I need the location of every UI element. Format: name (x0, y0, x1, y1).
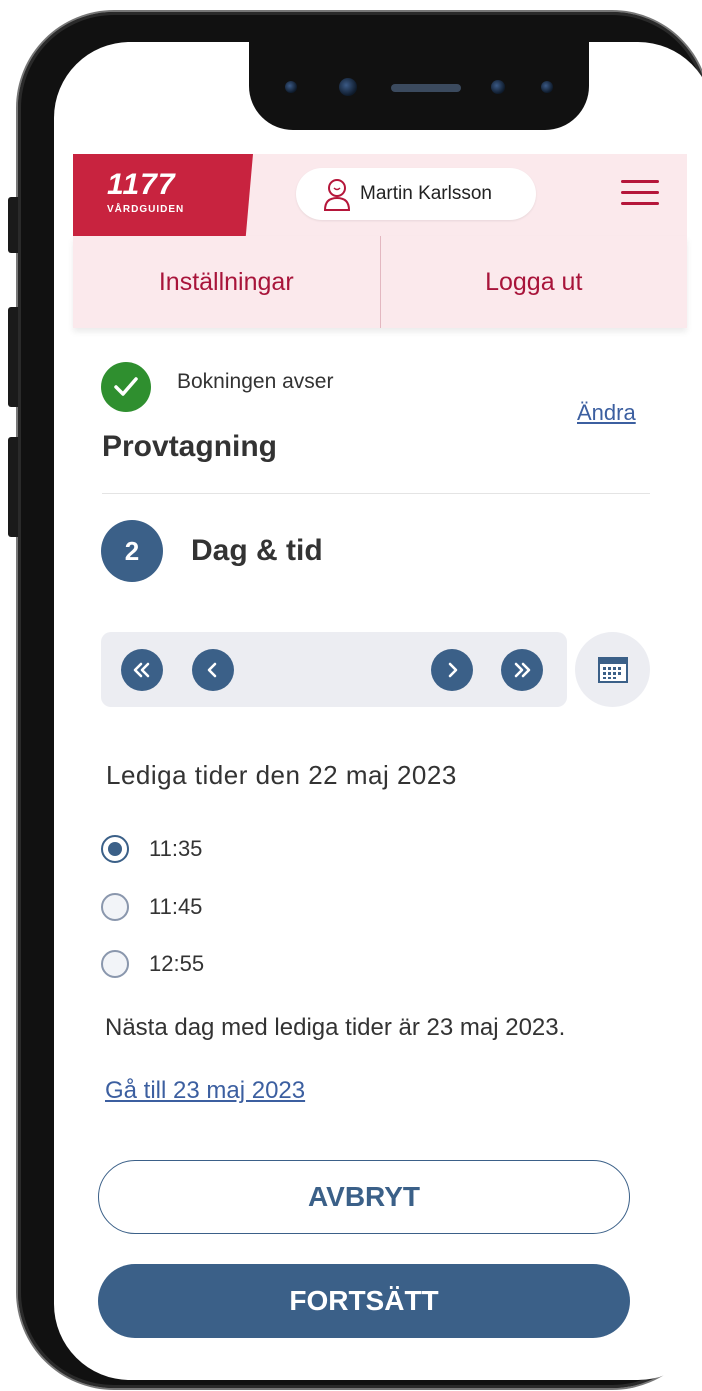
menu-icon[interactable] (621, 180, 659, 210)
step-number-badge: 2 (101, 520, 163, 582)
time-slot-option[interactable]: 12:55 (101, 950, 204, 978)
date-navigation (101, 632, 567, 707)
calendar-icon (597, 656, 628, 683)
site-header: 1177 VÅRDGUIDEN Martin Karlsson (73, 154, 687, 236)
available-times-heading: Lediga tider den 22 maj 2023 (106, 760, 457, 790)
booking-type: Provtagning (102, 430, 278, 463)
step-title: Dag & tid (191, 534, 323, 567)
double-chevron-left-icon (133, 662, 150, 678)
speaker-grille (391, 84, 461, 92)
check-icon (101, 362, 151, 412)
settings-link[interactable]: Inställningar (73, 236, 381, 328)
radio-button[interactable] (101, 893, 129, 921)
logout-link[interactable]: Logga ut (381, 236, 688, 328)
radio-button[interactable] (101, 950, 129, 978)
phone-notch (249, 42, 589, 130)
first-date-button[interactable] (121, 649, 163, 691)
double-chevron-right-icon (514, 662, 531, 678)
camera-icon (491, 80, 505, 94)
phone-side-button (8, 197, 18, 253)
phone-screen: 1177 VÅRDGUIDEN Martin Karlsson Inställn… (54, 42, 702, 1380)
time-slot-option[interactable]: 11:35 (101, 835, 202, 863)
booking-label: Bokningen avser (177, 370, 334, 393)
logo-subtitle: VÅRDGUIDEN (107, 204, 185, 215)
next-date-button[interactable] (431, 649, 473, 691)
time-slot-label: 12:55 (149, 951, 205, 976)
change-booking-link[interactable]: Ändra (577, 400, 636, 426)
phone-frame: 1177 VÅRDGUIDEN Martin Karlsson Inställn… (8, 12, 702, 1388)
sub-navigation: Inställningar Logga ut (73, 236, 687, 328)
camera-icon (541, 81, 553, 93)
phone-side-button (8, 307, 18, 407)
camera-icon (339, 78, 357, 96)
previous-date-button[interactable] (192, 649, 234, 691)
goto-next-day-link[interactable]: Gå till 23 maj 2023 (105, 1077, 305, 1105)
next-available-text: Nästa dag med lediga tider är 23 maj 202… (105, 1014, 566, 1041)
logo-number: 1177 (107, 168, 176, 201)
last-date-button[interactable] (501, 649, 543, 691)
divider (102, 493, 650, 494)
time-slot-label: 11:35 (149, 836, 203, 861)
user-name: Martin Karlsson (360, 183, 492, 204)
time-slot-option[interactable]: 11:45 (101, 893, 202, 921)
cancel-button[interactable]: AVBRYT (98, 1160, 630, 1234)
camera-icon (285, 81, 297, 93)
radio-button[interactable] (101, 835, 129, 863)
time-slot-label: 11:45 (149, 894, 203, 919)
user-icon (323, 179, 351, 211)
user-button[interactable]: Martin Karlsson (296, 168, 536, 220)
chevron-right-icon (448, 662, 458, 678)
logo-1177[interactable]: 1177 VÅRDGUIDEN (73, 154, 253, 236)
calendar-button[interactable] (575, 632, 650, 707)
phone-side-button (8, 437, 18, 537)
chevron-left-icon (207, 662, 217, 678)
continue-button[interactable]: FORTSÄTT (98, 1264, 630, 1338)
